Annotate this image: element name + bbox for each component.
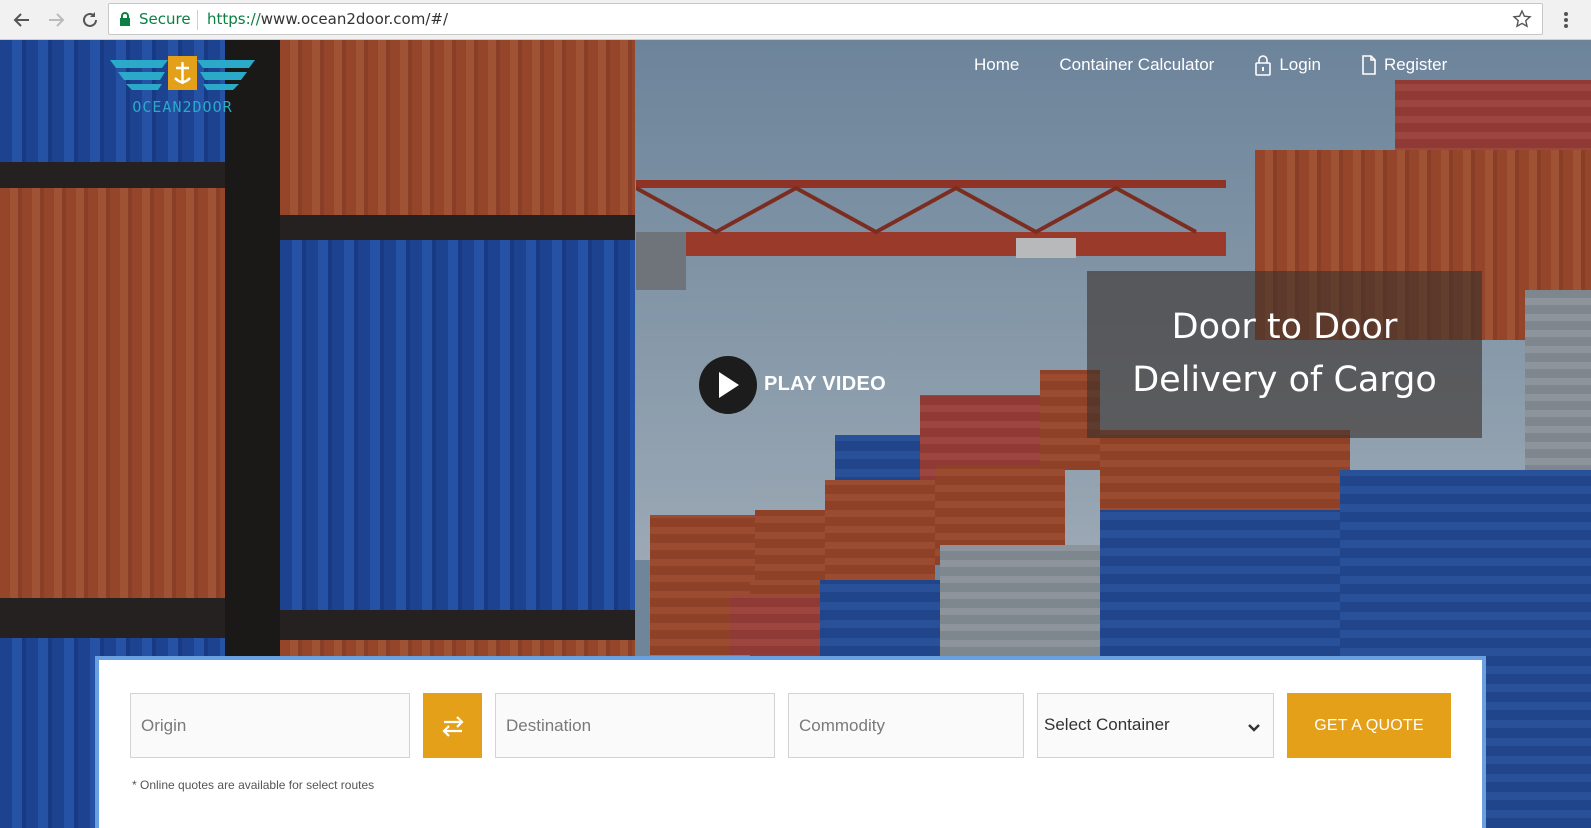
quote-panel: Select Container GET A QUOTE * Online qu… (95, 656, 1486, 828)
url-path: www.ocean2door.com/#/ (260, 10, 449, 28)
lock-icon (119, 11, 131, 31)
headline-line1: Door to Door (1171, 307, 1398, 347)
hero-section: OCEAN2DOOR Home Container Calculator Log… (0, 40, 1591, 828)
swap-locations-button[interactable] (423, 693, 482, 758)
nav-container-calculator[interactable]: Container Calculator (1059, 55, 1214, 75)
play-video-button[interactable] (699, 356, 757, 414)
play-icon (719, 372, 739, 398)
nav-register-label: Register (1383, 55, 1448, 74)
secure-label: Secure (139, 10, 191, 28)
get-a-quote-button[interactable]: GET A QUOTE (1287, 693, 1451, 758)
container-select-value: Select Container (1044, 715, 1170, 734)
swap-arrows-icon (441, 715, 464, 737)
commodity-input[interactable] (788, 693, 1024, 758)
nav-calculator-label: Container Calculator (1059, 55, 1215, 74)
nav-home-label: Home (974, 55, 1020, 74)
ocean2door-logo[interactable]: OCEAN2DOOR (110, 56, 255, 120)
chevron-down-icon (1247, 718, 1261, 737)
headline-line2: Delivery of Cargo (1132, 360, 1437, 400)
destination-input[interactable] (495, 693, 775, 758)
star-icon[interactable] (1512, 9, 1532, 33)
origin-input[interactable] (130, 693, 410, 758)
headline-box: Door to Door Delivery of Cargo (1087, 271, 1482, 438)
nav-home[interactable]: Home (974, 55, 1019, 75)
nav-register[interactable]: Register (1361, 55, 1447, 75)
address-bar[interactable]: Secure https://www.ocean2door.com/#/ (108, 3, 1543, 35)
browser-toolbar: Secure https://www.ocean2door.com/#/ (0, 0, 1591, 40)
logo-text: OCEAN2DOOR (132, 98, 233, 116)
nav-login[interactable]: Login (1254, 54, 1321, 76)
container-select[interactable]: Select Container (1037, 693, 1274, 758)
logo-wings-icon (110, 56, 255, 90)
url-text[interactable]: https://www.ocean2door.com/#/ (207, 10, 448, 28)
quote-note: * Online quotes are available for select… (132, 778, 375, 792)
main-nav: Home Container Calculator Login Register (974, 52, 1487, 78)
lock-icon (1255, 55, 1272, 76)
hero-headline: Door to Door Delivery of Cargo (1087, 301, 1482, 407)
document-icon (1362, 55, 1376, 75)
back-arrow-icon[interactable] (8, 6, 36, 34)
forward-arrow-icon[interactable] (42, 6, 70, 34)
url-scheme: https:// (207, 10, 261, 28)
divider (197, 10, 198, 30)
play-video-label[interactable]: PLAY VIDEO (764, 373, 886, 396)
reload-icon[interactable] (76, 6, 104, 34)
nav-login-label: Login (1279, 55, 1321, 74)
more-vert-icon[interactable] (1554, 6, 1578, 34)
